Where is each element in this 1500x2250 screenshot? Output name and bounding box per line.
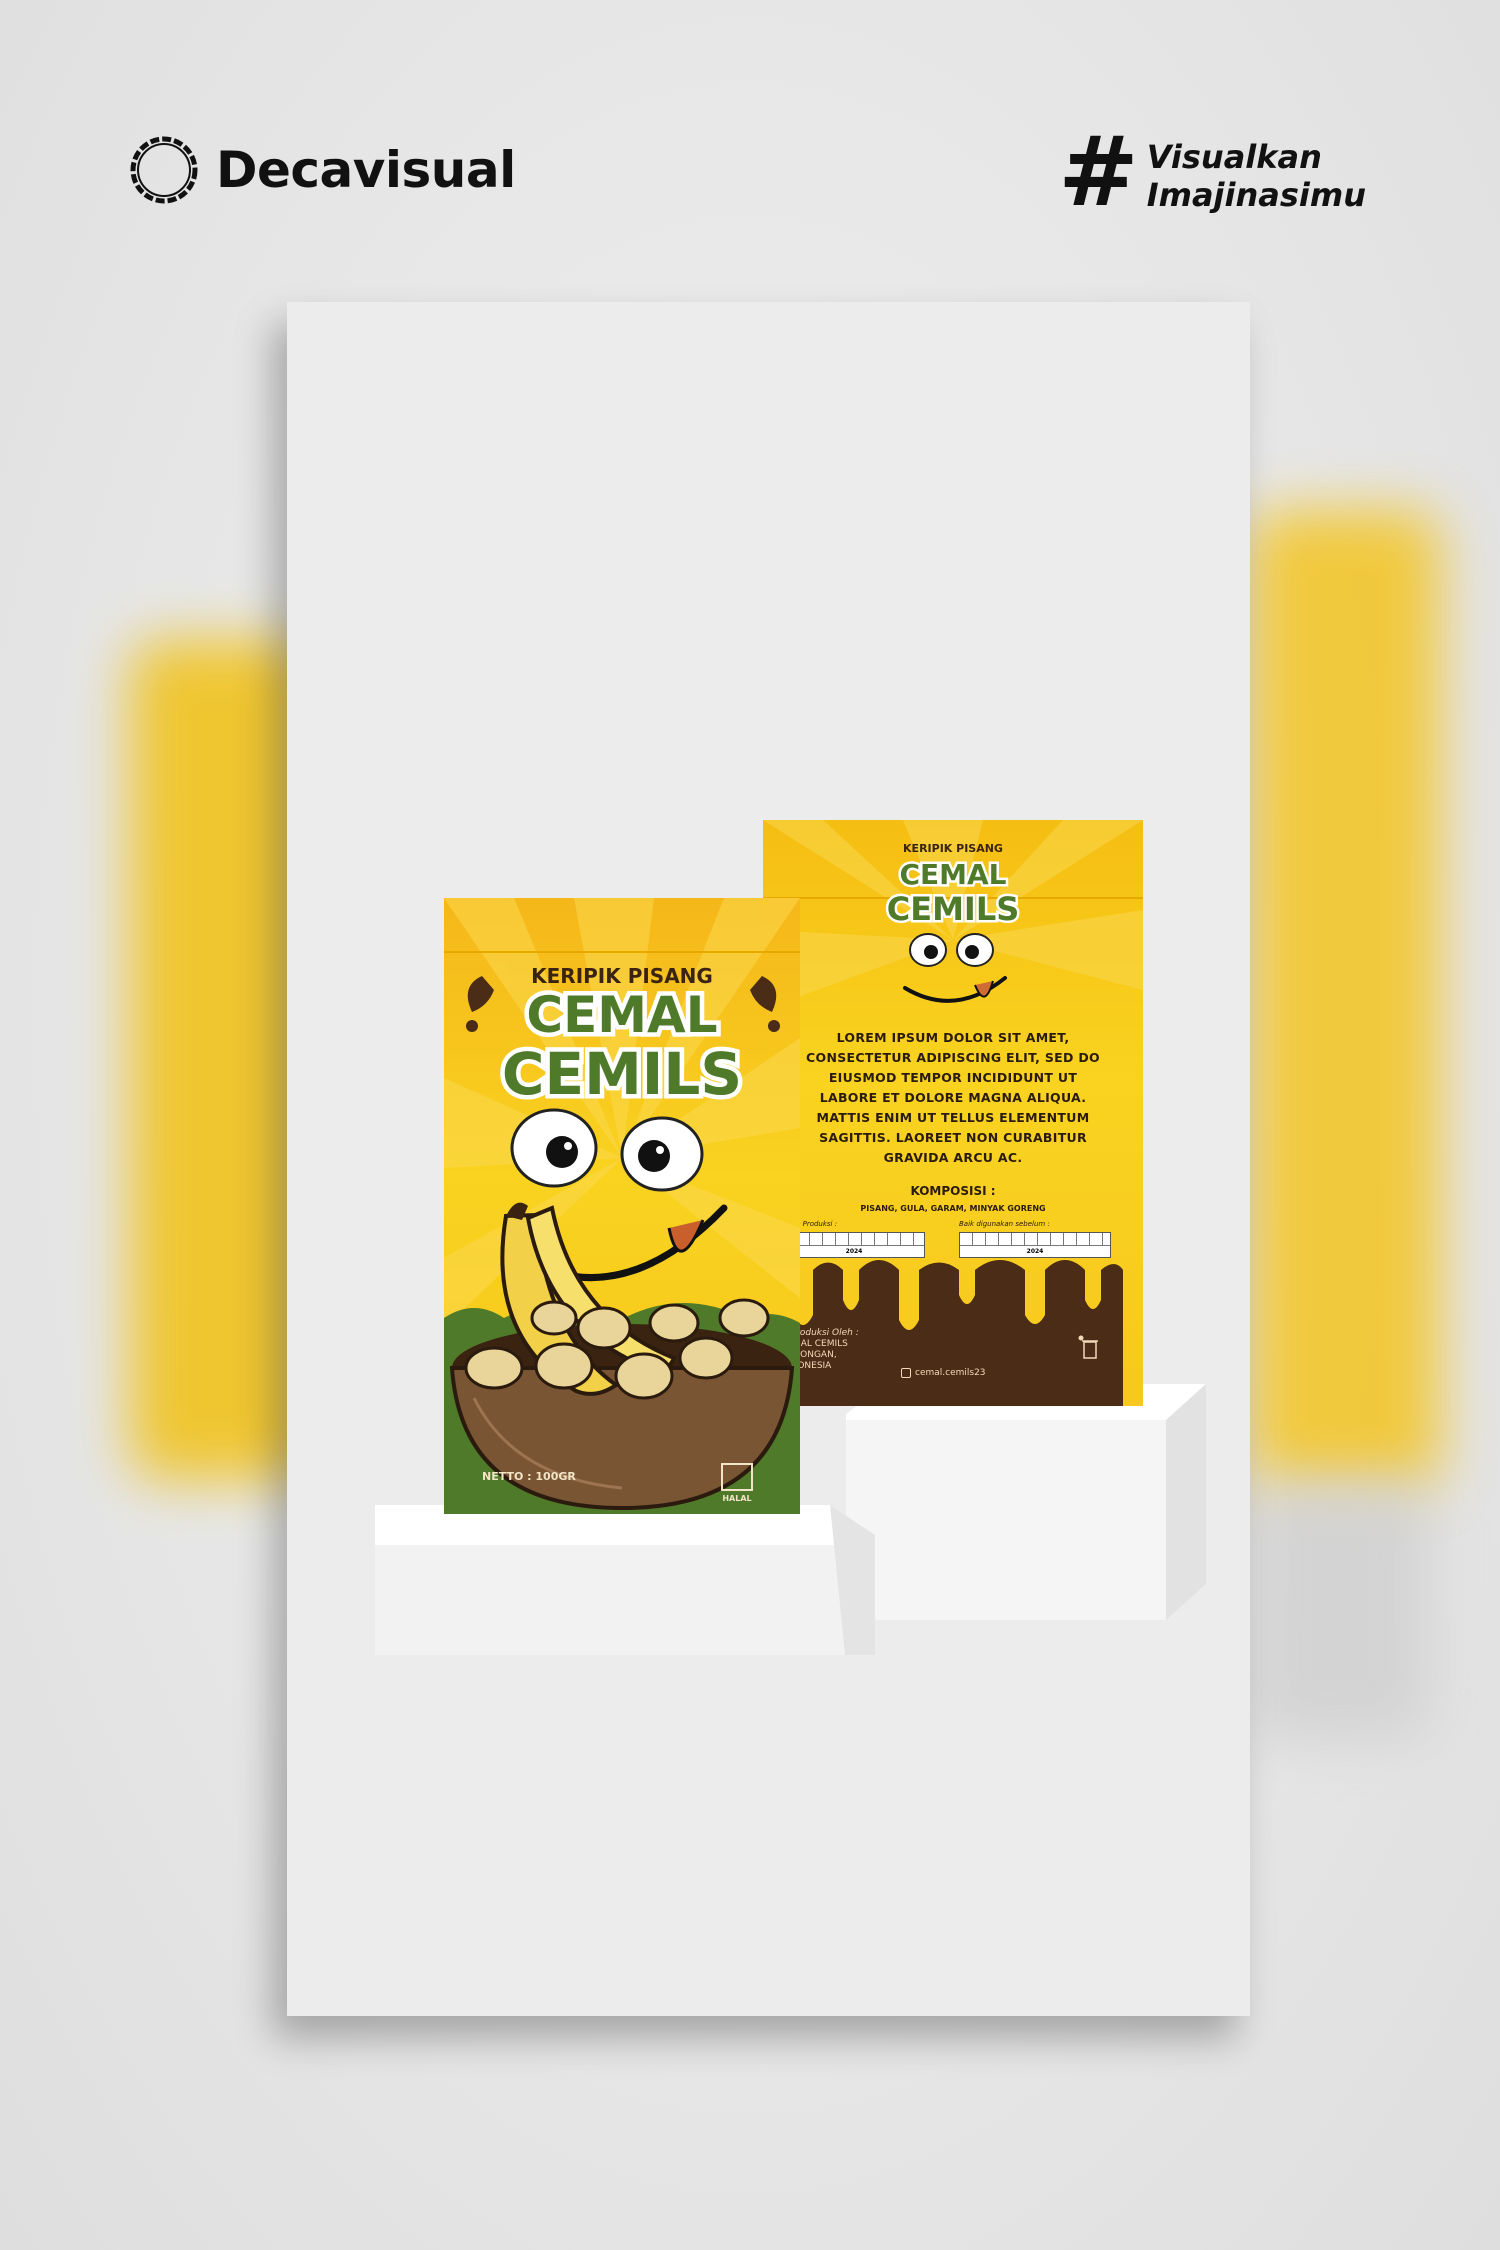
year-label-1: 2024 — [845, 1248, 863, 1255]
back-brand-wordmark: CEMAL CEMILS — [884, 856, 1022, 931]
back-face-icon — [903, 933, 1007, 1003]
netto-label: NETTO : 100GR — [482, 1470, 576, 1483]
halal-label: HALAL — [722, 1494, 752, 1503]
instagram-icon — [901, 1368, 911, 1378]
blurred-backdrop-left — [130, 640, 310, 1480]
komposisi-title: KOMPOSISI : — [910, 1184, 996, 1198]
hashtag: # Visualkan Imajinasimu — [1058, 124, 1366, 220]
gear-ring-icon — [130, 136, 198, 204]
komposisi-items: PISANG, GULA, GARAM, MINYAK GORENG — [860, 1204, 1046, 1213]
back-brand-line-2: CEMILS — [887, 890, 1020, 928]
back-brand-line-1: CEMAL — [899, 858, 1006, 891]
blurred-backdrop-right — [1250, 510, 1440, 1490]
year-label-2: 2024 — [1026, 1248, 1044, 1255]
baik-digunakan-box: 2024 — [959, 1232, 1111, 1258]
front-brand-line-2: CEMILS — [502, 1040, 742, 1108]
product-card: KERIPIK PISANG CEMAL CEMILS LOREM IPSUM … — [287, 302, 1250, 2016]
back-pouch[interactable]: KERIPIK PISANG CEMAL CEMILS LOREM IPSUM … — [763, 820, 1143, 1406]
trash-bin-icon — [1078, 1335, 1098, 1359]
instagram-text: cemal.cemils23 — [915, 1368, 986, 1378]
podium-back — [846, 1384, 1206, 1620]
front-brand-line-1: CEMAL — [526, 986, 717, 1044]
front-brand-wordmark: CEMAL CEMILS — [497, 982, 746, 1112]
back-description: LOREM IPSUM DOLOR SIT AMET, CONSECTETUR … — [806, 1030, 1100, 1165]
kode-produksi-box: 2024 — [783, 1232, 925, 1258]
brand-logo[interactable]: Decavisual — [126, 132, 516, 208]
instagram-handle: cemal.cemils23 — [901, 1368, 986, 1378]
front-pouch[interactable]: KERIPIK PISANG CEMAL CEMILS NETTO : 100G… — [444, 898, 800, 1514]
hashtag-line-2: Imajinasimu — [1146, 176, 1366, 214]
hashtag-symbol: # — [1058, 116, 1139, 228]
hashtag-line-1: Visualkan — [1146, 138, 1322, 176]
logo-text: Decavisual — [216, 141, 516, 199]
podium-front — [375, 1505, 875, 1655]
blurred-backdrop-podium — [1250, 1480, 1430, 1740]
baik-digunakan-label: Baik digunakan sebelum : — [959, 1220, 1050, 1228]
